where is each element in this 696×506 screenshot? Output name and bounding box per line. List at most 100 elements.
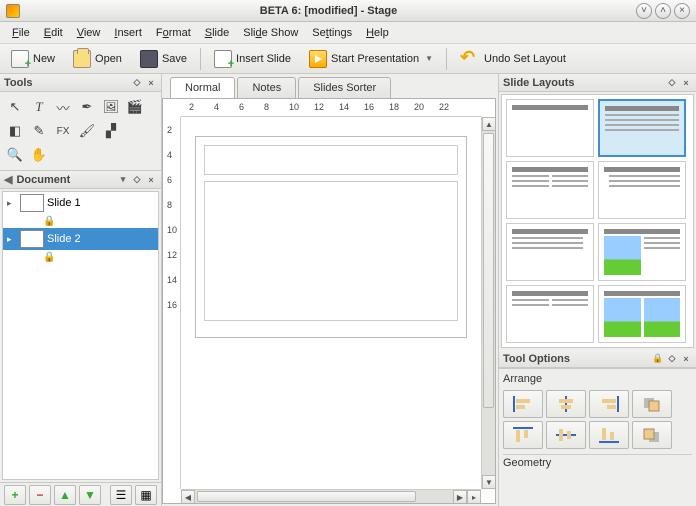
brush-tool[interactable]: 🖌 [76,120,98,142]
open-button[interactable]: Open [66,46,129,72]
pencil-tool[interactable]: ✎ [28,120,50,142]
insert-slide-button[interactable]: Insert Slide [207,46,298,72]
dock-menu-icon[interactable]: ▾ [117,174,129,186]
chevron-down-icon[interactable]: ▼ [425,54,433,63]
align-center-h-button[interactable] [546,390,586,418]
menu-help[interactable]: Help [360,25,395,41]
title-placeholder[interactable] [204,145,458,175]
play-icon [309,50,327,68]
align-right-button[interactable] [589,390,629,418]
lock-icon[interactable]: 🔒 [652,353,664,365]
scroll-left-button[interactable]: ◀ [181,490,195,504]
close-button[interactable]: × [674,3,690,19]
slide-canvas[interactable] [181,117,481,489]
titlebar: BETA 6: [modified] - Stage ˅ ˄ × [0,0,696,22]
align-bottom-button[interactable] [589,421,629,449]
start-presentation-button[interactable]: Start Presentation▼ [302,46,440,72]
menu-file[interactable]: File [6,25,36,41]
new-button[interactable]: New [4,46,62,72]
menu-view[interactable]: View [71,25,107,41]
menu-slideshow[interactable]: Slide Show [237,25,304,41]
layout-two-col-text[interactable] [506,161,594,219]
layout-title-bullets[interactable] [598,99,686,157]
align-left-button[interactable] [503,390,543,418]
horizontal-ruler[interactable]: 246810121416182022 [181,99,481,117]
dock-float-icon[interactable]: ◇ [666,353,678,365]
fx-tool[interactable]: FX [52,120,74,142]
dock-float-icon[interactable]: ◇ [131,174,143,186]
tree-node-slide1[interactable]: ▸ Slide 1 [3,192,158,214]
tab-sorter[interactable]: Slides Sorter [298,77,391,98]
tree-node-slide2-lock: 🔒 [3,250,158,264]
layout-text-chart[interactable] [506,223,594,281]
layout-blank[interactable] [506,99,594,157]
scroll-up-button[interactable]: ▲ [482,117,496,131]
open-icon [73,50,91,68]
expand-icon[interactable]: ▸ [7,234,17,245]
tools-dock-header: Tools ◇× [0,74,161,92]
text-tool[interactable]: T [28,96,50,118]
move-down-button[interactable]: ▼ [79,485,101,505]
content-placeholder[interactable] [204,181,458,321]
align-top-button[interactable] [503,421,543,449]
zoom-tool[interactable]: 🔍 [4,144,26,166]
layout-two-image[interactable] [598,285,686,343]
vertical-scrollbar[interactable]: ▲ ▼ [481,117,495,489]
align-center-v-button[interactable] [546,421,586,449]
gradient-tool[interactable]: ◧ [4,120,26,142]
layout-image-text[interactable] [598,223,686,281]
chevron-left-icon[interactable]: ◀ [4,173,12,186]
layouts-dock-header: Slide Layouts ◇× [499,74,696,92]
image-tool[interactable]: 🖼 [100,96,122,118]
dock-close-icon[interactable]: × [680,77,692,89]
list-view-button[interactable]: ☰ [110,485,132,505]
dock-close-icon[interactable]: × [145,174,157,186]
scroll-end-button[interactable]: ▸ [467,490,481,504]
calligraphy-tool[interactable]: ✒ [76,96,98,118]
tab-normal[interactable]: Normal [170,77,235,98]
menu-format[interactable]: Format [150,25,197,41]
menu-slide[interactable]: Slide [199,25,235,41]
add-slide-button[interactable]: + [4,485,26,505]
horizontal-scrollbar[interactable]: ◀ ▶ ▸ [181,489,481,503]
view-tabs: Normal Notes Slides Sorter [162,74,498,98]
clapper-tool[interactable]: 🎬 [124,96,146,118]
document-dock-header: ◀ Document ▾◇× [0,171,161,189]
dock-float-icon[interactable]: ◇ [666,77,678,89]
menu-insert[interactable]: Insert [108,25,148,41]
tab-notes[interactable]: Notes [237,77,296,98]
maximize-button[interactable]: ˄ [655,3,671,19]
slide-tree[interactable]: ▸ Slide 1 🔒 ▸ Slide 2 🔒 [2,191,159,480]
scroll-right-button[interactable]: ▶ [453,490,467,504]
slide-label: Slide 2 [47,233,81,245]
bring-front-button[interactable] [632,390,672,418]
dock-close-icon[interactable]: × [145,77,157,89]
undo-button[interactable]: Undo Set Layout [453,46,573,72]
pattern-tool[interactable]: ▞ [100,120,122,142]
menu-edit[interactable]: Edit [38,25,69,41]
menu-settings[interactable]: Settings [306,25,358,41]
send-back-button[interactable] [632,421,672,449]
dock-float-icon[interactable]: ◇ [131,77,143,89]
expand-icon[interactable]: ▸ [7,198,17,209]
grid-view-button[interactable]: ▦ [135,485,157,505]
slide-thumbnail [20,230,44,248]
lock-icon: 🔒 [43,216,53,226]
path-tool[interactable]: 〰 [52,96,74,118]
dock-close-icon[interactable]: × [680,353,692,365]
move-up-button[interactable]: ▲ [54,485,76,505]
pointer-tool[interactable]: ↖ [4,96,26,118]
tree-node-slide2[interactable]: ▸ Slide 2 [3,228,158,250]
layout-chart-text[interactable] [598,161,686,219]
layouts-dock-title: Slide Layouts [503,77,575,89]
pan-tool[interactable]: ✋ [28,144,50,166]
slide-page[interactable] [196,137,466,337]
vertical-ruler[interactable]: 246810121416 [163,117,181,489]
save-button[interactable]: Save [133,46,194,72]
minimize-button[interactable]: ˅ [636,3,652,19]
tools-palette: ↖ T 〰 ✒ 🖼 🎬 ◧ ✎ FX 🖌 ▞ 🔍 ✋ [0,92,161,170]
tooloptions-dock-title: Tool Options [503,353,570,365]
remove-slide-button[interactable]: − [29,485,51,505]
layout-text-image[interactable] [506,285,594,343]
scroll-down-button[interactable]: ▼ [482,475,496,489]
